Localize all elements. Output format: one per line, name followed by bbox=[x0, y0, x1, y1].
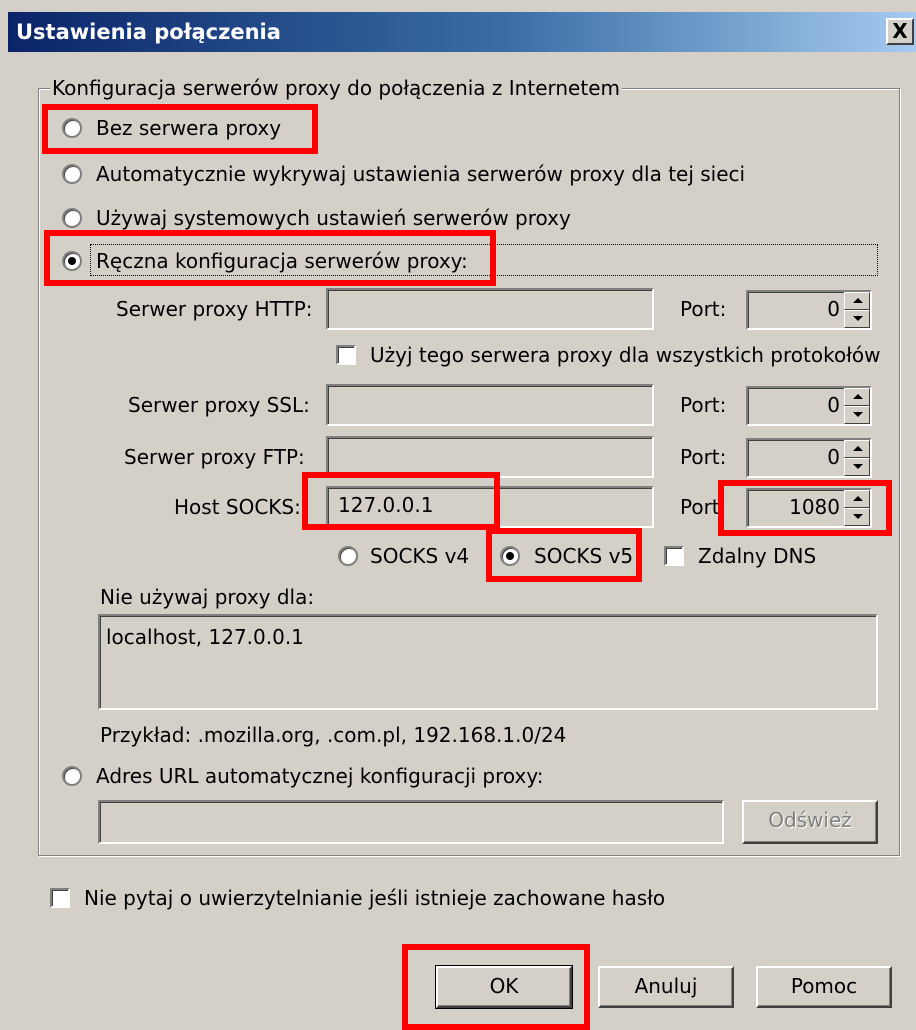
radio-auto-detect-label[interactable]: Automatycznie wykrywaj ustawienia serwer… bbox=[96, 162, 745, 186]
socks-port-label: Port: bbox=[680, 495, 727, 519]
radio-auto-detect[interactable] bbox=[62, 164, 82, 184]
ssl-port-decrement-icon[interactable] bbox=[844, 406, 870, 424]
ftp-proxy-label: Serwer proxy FTP: bbox=[124, 445, 305, 469]
ftp-port-spinner[interactable]: 0 bbox=[746, 438, 872, 478]
window-title: Ustawienia połączenia bbox=[16, 20, 281, 44]
ftp-port-label: Port: bbox=[680, 445, 727, 469]
http-port-increment-icon[interactable] bbox=[844, 292, 870, 310]
socks-port-decrement-icon[interactable] bbox=[844, 508, 870, 526]
ssl-proxy-input[interactable] bbox=[326, 384, 654, 426]
socks-host-label: Host SOCKS: bbox=[174, 495, 301, 519]
radio-system-proxy-label[interactable]: Używaj systemowych ustawień serwerów pro… bbox=[96, 206, 571, 230]
radio-socks-v5-label[interactable]: SOCKS v5 bbox=[534, 544, 633, 568]
help-button[interactable]: Pomoc bbox=[756, 966, 892, 1008]
radio-manual-proxy[interactable] bbox=[62, 251, 82, 271]
socks-port-spinner[interactable]: 1080 bbox=[746, 488, 872, 528]
ok-button[interactable]: OK bbox=[435, 965, 573, 1009]
refresh-button[interactable]: Odśwież bbox=[742, 800, 878, 844]
auto-config-url-input[interactable] bbox=[98, 800, 724, 844]
radio-auto-config-url-label[interactable]: Adres URL automatycznej konfiguracji pro… bbox=[96, 764, 544, 788]
remote-dns-checkbox[interactable] bbox=[664, 546, 684, 566]
ftp-port-value: 0 bbox=[827, 445, 840, 469]
ssl-port-increment-icon[interactable] bbox=[844, 388, 870, 406]
use-for-all-checkbox[interactable] bbox=[336, 345, 356, 365]
ssl-proxy-label: Serwer proxy SSL: bbox=[128, 393, 310, 417]
connection-settings-dialog: Ustawienia połączenia X Konfiguracja ser… bbox=[0, 0, 916, 1030]
use-for-all-label[interactable]: Użyj tego serwera proxy dla wszystkich p… bbox=[370, 343, 880, 367]
http-port-spinner[interactable]: 0 bbox=[746, 290, 872, 330]
http-port-label: Port: bbox=[680, 297, 727, 321]
socks-port-increment-icon[interactable] bbox=[844, 490, 870, 508]
http-proxy-input[interactable] bbox=[326, 288, 654, 330]
socks-port-spin-buttons bbox=[844, 490, 870, 526]
close-button[interactable]: X bbox=[886, 18, 914, 45]
ssl-port-value: 0 bbox=[827, 393, 840, 417]
ftp-port-decrement-icon[interactable] bbox=[844, 458, 870, 476]
ssl-port-label: Port: bbox=[680, 393, 727, 417]
radio-socks-v4[interactable] bbox=[338, 546, 358, 566]
no-proxy-for-label: Nie używaj proxy dla: bbox=[100, 585, 315, 609]
ssl-port-spin-buttons bbox=[844, 388, 870, 424]
no-proxy-for-textarea[interactable]: localhost, 127.0.0.1 bbox=[98, 614, 878, 710]
no-proxy-example: Przykład: .mozilla.org, .com.pl, 192.168… bbox=[100, 723, 567, 747]
socks-host-input[interactable]: 127.0.0.1 bbox=[326, 486, 654, 528]
radio-no-proxy[interactable] bbox=[62, 118, 82, 138]
close-icon: X bbox=[892, 19, 908, 43]
http-port-value: 0 bbox=[827, 297, 840, 321]
ftp-port-spin-buttons bbox=[844, 440, 870, 476]
cancel-button[interactable]: Anuluj bbox=[598, 966, 734, 1008]
radio-socks-v5[interactable] bbox=[500, 546, 520, 566]
http-proxy-label: Serwer proxy HTTP: bbox=[116, 297, 313, 321]
radio-no-proxy-label[interactable]: Bez serwera proxy bbox=[96, 116, 281, 140]
radio-system-proxy[interactable] bbox=[62, 208, 82, 228]
http-port-decrement-icon[interactable] bbox=[844, 310, 870, 328]
http-port-spin-buttons bbox=[844, 292, 870, 328]
radio-socks-v4-label[interactable]: SOCKS v4 bbox=[370, 544, 469, 568]
proxy-config-legend: Konfiguracja serwerów proxy do połączeni… bbox=[50, 76, 622, 100]
no-auth-prompt-label[interactable]: Nie pytaj o uwierzytelnianie jeśli istni… bbox=[84, 886, 665, 910]
ftp-proxy-input[interactable] bbox=[326, 436, 654, 478]
socks-port-value: 1080 bbox=[789, 495, 840, 519]
ftp-port-increment-icon[interactable] bbox=[844, 440, 870, 458]
radio-auto-config-url[interactable] bbox=[62, 766, 82, 786]
title-bar: Ustawienia połączenia X bbox=[8, 12, 916, 52]
ssl-port-spinner[interactable]: 0 bbox=[746, 386, 872, 426]
no-auth-prompt-checkbox[interactable] bbox=[50, 888, 70, 908]
remote-dns-label[interactable]: Zdalny DNS bbox=[698, 544, 816, 568]
radio-manual-proxy-label[interactable]: Ręczna konfiguracja serwerów proxy: bbox=[96, 249, 468, 273]
